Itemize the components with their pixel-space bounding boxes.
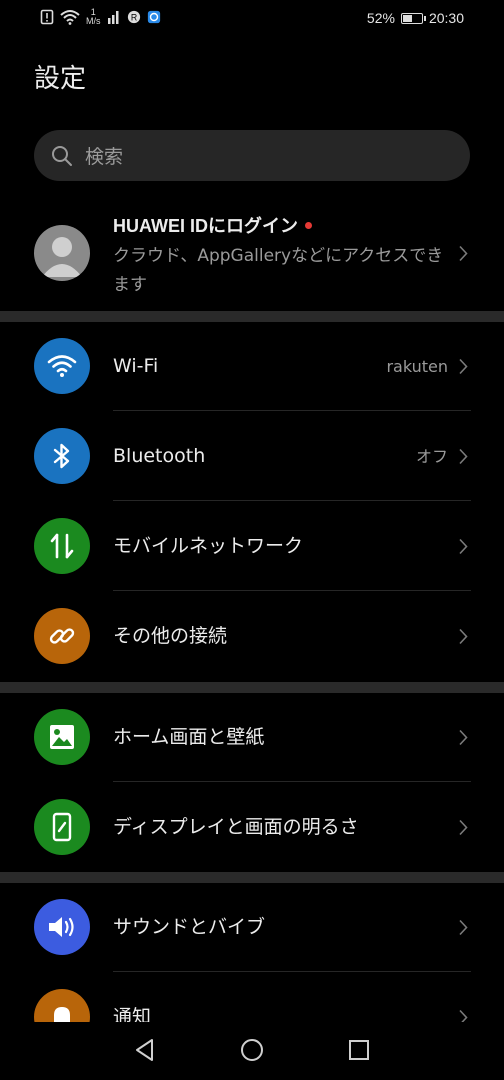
status-bar: 1 M/s R 52% 20:30 [0, 0, 504, 40]
row-separator [113, 971, 471, 972]
home-icon[interactable] [239, 1037, 265, 1063]
account-subtitle: クラウド、AppGalleryなどにアクセスできます [113, 246, 444, 295]
status-icons-left: 1 M/s R [40, 8, 161, 26]
row-separator [113, 590, 471, 591]
notification-alert-icon [40, 9, 54, 25]
setting-label: ディスプレイと画面の明るさ [113, 816, 359, 838]
setting-bluetooth[interactable]: Bluetooth オフ [0, 412, 504, 501]
row-separator [113, 781, 471, 782]
chevron-right-icon [459, 538, 468, 555]
back-icon[interactable] [132, 1037, 158, 1063]
signal-icon [107, 11, 118, 24]
app-notification-icon: R [127, 10, 140, 24]
section-divider [0, 872, 504, 883]
battery-icon [400, 12, 426, 24]
wifi-status-icon [60, 10, 80, 25]
account-title: HUAWEI IDにログイン [113, 212, 313, 238]
setting-mobile-network[interactable]: モバイルネットワーク [0, 502, 504, 591]
setting-other-connections[interactable]: その他の接続 [0, 592, 504, 681]
search-placeholder: 検索 [85, 146, 124, 168]
setting-label: ホーム画面と壁紙 [113, 726, 265, 748]
chevron-right-icon [459, 245, 468, 262]
network-speed-unit: M/s [86, 16, 101, 26]
setting-label: サウンドとバイブ [113, 916, 266, 938]
chevron-right-icon [459, 919, 468, 936]
svg-text:R: R [130, 13, 136, 23]
new-badge-dot [305, 221, 313, 229]
battery-fill [402, 14, 412, 22]
account-title-text: HUAWEI IDにログイン [113, 216, 299, 236]
row-separator [113, 500, 471, 501]
speaker-icon [34, 899, 90, 955]
chevron-right-icon [459, 729, 468, 746]
avatar [34, 225, 90, 281]
app-notification-icon-2 [147, 10, 160, 24]
search-icon [52, 145, 72, 166]
setting-label: その他の接続 [113, 625, 228, 647]
bluetooth-icon [34, 428, 90, 484]
page-title: 設定 [34, 64, 87, 94]
setting-label: Wi-Fi [113, 355, 159, 377]
person-icon [42, 237, 82, 277]
chevron-right-icon [459, 628, 468, 645]
battery-percent: 52% [366, 10, 395, 26]
setting-value: オフ [415, 447, 448, 466]
setting-sound[interactable]: サウンドとバイブ [0, 883, 504, 972]
clock: 20:30 [428, 10, 464, 26]
chevron-right-icon [459, 448, 468, 465]
mobile-data-icon [34, 518, 90, 574]
link-icon [34, 608, 90, 664]
row-separator [113, 410, 471, 411]
setting-display[interactable]: ディスプレイと画面の明るさ [0, 783, 504, 872]
setting-value: rakuten [386, 357, 448, 376]
display-icon [34, 799, 90, 855]
chevron-right-icon [459, 358, 468, 375]
chevron-right-icon [459, 819, 468, 836]
status-icons-right: 52% 20:30 [367, 10, 464, 26]
recents-icon[interactable] [346, 1037, 372, 1063]
setting-label: モバイルネットワーク [113, 535, 304, 557]
setting-label: Bluetooth [113, 445, 206, 467]
setting-wifi[interactable]: Wi-Fi rakuten [0, 322, 504, 411]
section-divider [0, 682, 504, 693]
wifi-icon [34, 338, 90, 394]
network-speed: 1 M/s [86, 8, 101, 26]
huawei-id-login[interactable]: HUAWEI IDにログイン クラウド、AppGalleryなどにアクセスできま… [0, 196, 504, 310]
image-icon [34, 709, 90, 765]
section-divider [0, 311, 504, 322]
search-input[interactable]: 検索 [34, 130, 470, 181]
setting-home-wallpaper[interactable]: ホーム画面と壁紙 [0, 693, 504, 782]
navigation-bar [0, 1022, 504, 1080]
